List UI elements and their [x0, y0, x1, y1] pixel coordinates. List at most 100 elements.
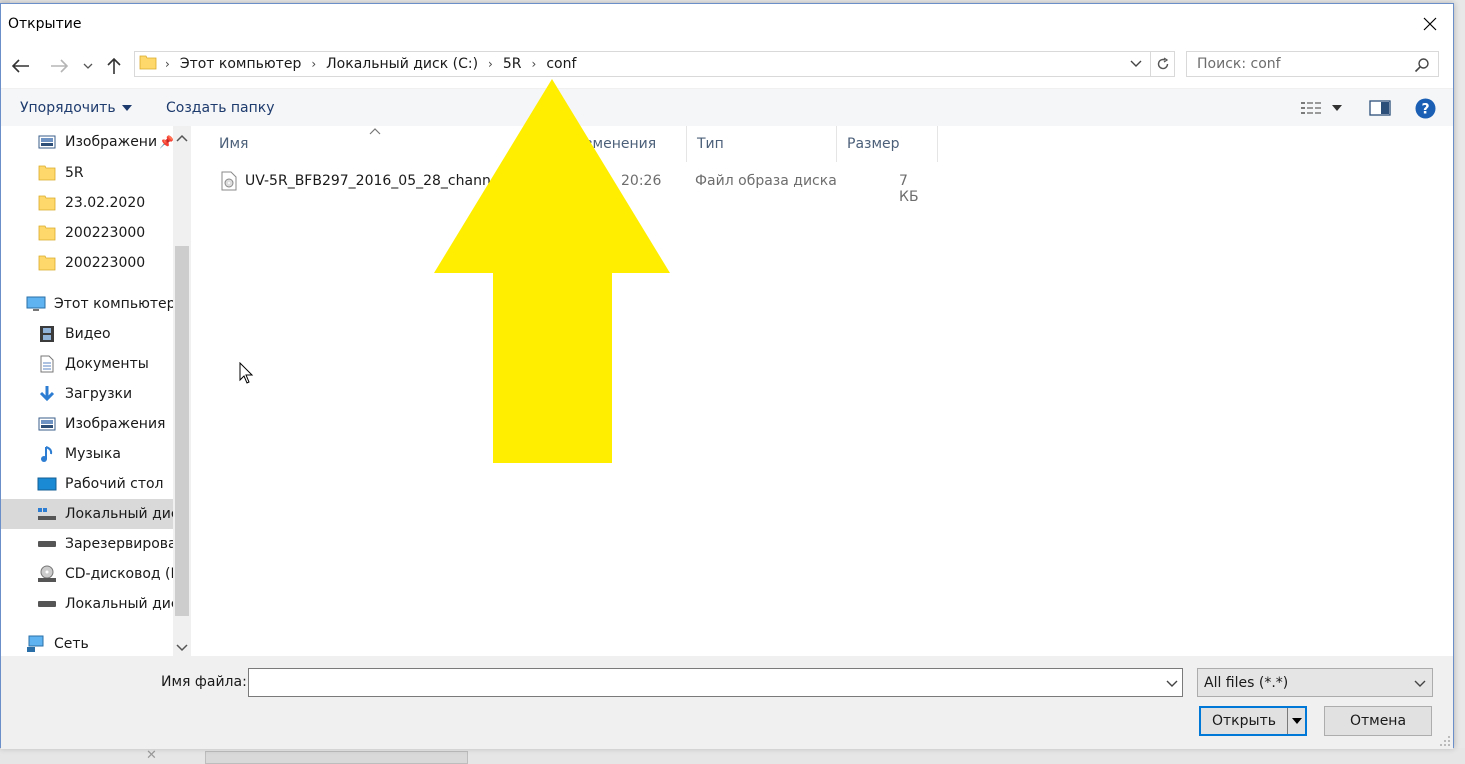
sidebar-item-label: Сеть — [54, 636, 89, 652]
folder-icon — [37, 164, 57, 182]
sidebar-item-pictures-pinned[interactable]: Изображени 📌 — [1, 127, 173, 157]
sidebar-scrollbar[interactable] — [173, 126, 191, 656]
preview-pane-button[interactable] — [1369, 97, 1391, 119]
forward-arrow-icon — [51, 59, 68, 73]
chevron-down-icon — [1166, 680, 1178, 687]
close-button[interactable] — [1415, 10, 1445, 38]
column-header-label: Имя — [219, 136, 249, 152]
file-size: 7 КБ — [899, 173, 919, 205]
open-options-split-button[interactable] — [1287, 708, 1305, 734]
breadcrumb-conf[interactable]: conf — [546, 56, 576, 72]
resize-grip-icon[interactable] — [1439, 735, 1451, 747]
column-header-type[interactable]: Тип — [687, 126, 837, 162]
sidebar-item-label: Музыка — [65, 446, 121, 462]
address-dropdown-button[interactable] — [1130, 56, 1142, 72]
scroll-up-icon[interactable] — [173, 132, 191, 146]
file-name: UV-5R_BFB297_2016_05_28_channels.i — [245, 173, 519, 189]
breadcrumb-5r[interactable]: 5R — [503, 56, 522, 72]
refresh-button[interactable] — [1150, 52, 1174, 76]
filename-field — [248, 668, 1183, 697]
sidebar-item-music[interactable]: Музыка — [1, 439, 173, 469]
table-row[interactable]: UV-5R_BFB297_2016_05_28_channels.i 20:26… — [211, 168, 931, 205]
network-icon — [26, 635, 46, 653]
up-arrow-icon — [107, 57, 121, 74]
background-tab — [205, 751, 468, 764]
recent-locations-button[interactable] — [81, 54, 95, 78]
sidebar-item-label: Изображени — [65, 134, 158, 150]
back-arrow-icon — [12, 59, 29, 73]
column-header-date[interactable]: изменения — [566, 126, 687, 162]
folder-icon — [37, 194, 57, 212]
sidebar-item-documents[interactable]: Документы — [1, 349, 173, 379]
dialog-footer: Имя файла: All files (*.*) Открыть Отмен… — [1, 656, 1453, 749]
view-details-icon — [1301, 102, 1321, 114]
column-header-name[interactable]: Имя — [209, 126, 579, 162]
forward-button[interactable] — [47, 54, 71, 78]
breadcrumb-local-disk[interactable]: Локальный диск (C:) — [326, 56, 478, 72]
disc-image-file-icon — [221, 171, 237, 195]
video-icon — [37, 325, 57, 343]
drive-icon — [37, 535, 57, 553]
sidebar-item-folder-200223000[interactable]: 200223000 — [1, 218, 173, 248]
search-input[interactable] — [1197, 56, 1397, 72]
sidebar-item-pictures[interactable]: Изображения — [1, 409, 173, 439]
scrollbar-thumb[interactable] — [175, 246, 189, 616]
column-header-label: Размер — [847, 136, 900, 152]
breadcrumb-chevron-icon: › — [311, 57, 317, 71]
cancel-button[interactable]: Отмена — [1324, 706, 1432, 736]
file-type-filter-value: All files (*.*) — [1204, 674, 1289, 691]
sidebar-item-folder-200223000-2[interactable]: 200223000 — [1, 248, 173, 278]
caret-down-icon — [1291, 718, 1302, 724]
sidebar-item-label: Этот компьютер — [54, 296, 173, 312]
view-options-button[interactable] — [1300, 97, 1342, 119]
sidebar-item-folder-23-02-2020[interactable]: 23.02.2020 — [1, 188, 173, 218]
caret-down-icon — [1332, 105, 1342, 111]
sidebar-item-label: 200223000 — [65, 225, 146, 241]
cancel-button-label: Отмена — [1349, 713, 1407, 729]
sidebar-item-local-disk-2[interactable]: Локальный дис — [1, 589, 173, 619]
sidebar-item-label: 200223000 — [65, 255, 146, 271]
sidebar-item-local-disk-c[interactable]: Локальный дис — [1, 499, 173, 529]
column-header-label: Тип — [697, 136, 724, 152]
background-window-bottom: ✕ — [0, 748, 1465, 764]
help-button[interactable]: ? — [1415, 97, 1436, 119]
pictures-icon — [37, 133, 57, 151]
scroll-down-icon[interactable] — [173, 640, 191, 654]
column-header-size[interactable]: Размер — [837, 126, 938, 162]
address-bar[interactable]: › Этот компьютер › Локальный диск (C:) ›… — [134, 51, 1175, 77]
sidebar-item-label: Локальный дис — [65, 596, 173, 612]
sidebar-item-video[interactable]: Видео — [1, 319, 173, 349]
sidebar-item-5r[interactable]: 5R — [1, 158, 173, 188]
new-folder-button[interactable]: Создать папку — [166, 100, 275, 116]
organize-button[interactable]: Упорядочить — [20, 100, 132, 116]
up-button[interactable] — [103, 54, 125, 78]
sidebar-item-desktop[interactable]: Рабочий стол — [1, 469, 173, 499]
back-button[interactable] — [9, 54, 33, 78]
sidebar-item-label: 5R — [65, 165, 84, 181]
new-folder-label: Создать папку — [166, 100, 275, 116]
folder-icon — [37, 224, 57, 242]
file-type: Файл образа диска — [695, 173, 837, 189]
sidebar-item-reserved[interactable]: Зарезервирован — [1, 529, 173, 559]
breadcrumb-this-pc[interactable]: Этот компьютер — [180, 56, 302, 72]
sidebar-item-label: Видео — [65, 326, 111, 342]
filename-history-dropdown[interactable] — [1166, 676, 1178, 692]
music-icon — [37, 445, 57, 463]
sidebar-item-label: 23.02.2020 — [65, 195, 146, 211]
file-type-filter[interactable]: All files (*.*) — [1197, 668, 1433, 697]
file-date: 20:26 — [621, 173, 662, 189]
sidebar-item-network[interactable]: Сеть — [1, 629, 173, 659]
sidebar-item-this-pc[interactable]: Этот компьютер — [1, 289, 173, 319]
open-button[interactable]: Открыть — [1199, 706, 1307, 736]
file-list: Имя изменения Тип Размер UV-5R_BFB297_20… — [191, 126, 1453, 656]
caret-down-icon — [121, 105, 132, 111]
search-icon[interactable] — [1414, 57, 1430, 77]
pictures-icon — [37, 415, 57, 433]
mouse-cursor-icon — [239, 362, 254, 384]
breadcrumb-chevron-icon: › — [488, 57, 493, 71]
desktop-icon — [37, 475, 57, 493]
sidebar-item-cd-drive[interactable]: CD-дисковод (E — [1, 559, 173, 589]
sidebar-item-downloads[interactable]: Загрузки — [1, 379, 173, 409]
filename-input[interactable] — [249, 669, 1149, 696]
navigation-bar: › Этот компьютер › Локальный диск (C:) ›… — [1, 48, 1453, 84]
